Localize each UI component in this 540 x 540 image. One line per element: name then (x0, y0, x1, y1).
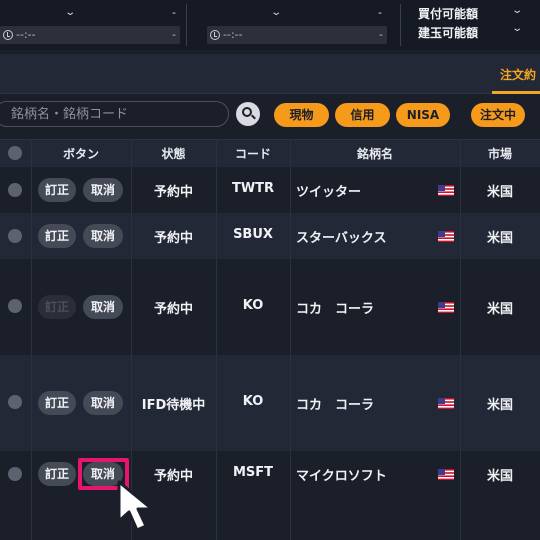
market: 米国 (486, 302, 513, 317)
tab-orders[interactable]: 注文約 (500, 66, 536, 83)
mouse-cursor-icon (115, 479, 167, 535)
summary-dash: - (172, 6, 176, 19)
ticker-code: MSFT (232, 465, 274, 480)
order-status: IFD待機中 (141, 398, 206, 413)
table-header: ボタン 状態 コード 銘柄名 市場 (0, 139, 540, 167)
column-divider (290, 139, 291, 540)
table-row[interactable]: 訂正 取消 予約中 TWTR ツイッター 米国 (0, 167, 540, 213)
order-status: 予約中 (153, 231, 193, 246)
clock-icon (3, 30, 13, 40)
ticker-code: TWTR (231, 181, 275, 196)
cancel-order-button[interactable]: 取消 (83, 391, 123, 415)
column-header-button: ボタン (62, 147, 99, 161)
ticker-code: KO (242, 394, 264, 409)
summary-column-2: ⌄ - --:-- - (200, 0, 394, 50)
market: 米国 (486, 185, 513, 200)
edit-order-button[interactable]: 訂正 (38, 462, 76, 486)
column-divider (31, 139, 32, 540)
tab-strip: 注文約 (0, 54, 540, 94)
table-row[interactable]: 訂正 取消 予約中 KO コカ コーラ 米国 (0, 259, 540, 355)
row-select-radio[interactable] (8, 299, 22, 313)
ticker-code: KO (242, 298, 264, 313)
market: 米国 (486, 231, 513, 246)
edit-order-button[interactable]: 訂正 (38, 391, 76, 415)
edit-order-button: 訂正 (38, 295, 76, 319)
column-header-status: 状態 (161, 147, 186, 161)
order-status: 予約中 (153, 302, 193, 317)
filter-chip-margin[interactable]: 信用 (335, 103, 390, 127)
us-flag-icon (438, 185, 454, 196)
chevron-down-icon[interactable]: ⌄ (511, 5, 523, 16)
time-field[interactable]: --:-- - (0, 26, 180, 44)
column-divider (216, 139, 217, 540)
column-header-name: 銘柄名 (356, 147, 393, 161)
chevron-down-icon[interactable]: ⌄ (511, 23, 523, 34)
us-flag-icon (438, 302, 454, 313)
edit-order-button[interactable]: 訂正 (38, 178, 76, 202)
row-select-radio[interactable] (8, 467, 22, 481)
filter-chip-nisa[interactable]: NISA (396, 103, 450, 127)
buying-power-label: 買付可能額 (418, 7, 479, 21)
summary-column-1: ⌄ - --:-- - (0, 0, 186, 50)
time-placeholder: --:-- (16, 28, 36, 41)
cancel-order-button[interactable]: 取消 (83, 295, 123, 319)
divider (400, 4, 401, 46)
column-divider (460, 139, 461, 540)
table-row[interactable]: 訂正 取消 IFD待機中 KO コカ コーラ 米国 (0, 355, 540, 451)
market: 米国 (486, 398, 513, 413)
us-flag-icon (438, 231, 454, 242)
divider (186, 4, 187, 46)
security-name: コカ コーラ (296, 398, 375, 413)
us-flag-icon (438, 469, 454, 480)
ticker-code: SBUX (233, 227, 273, 242)
search-button[interactable] (236, 102, 260, 126)
row-select-radio[interactable] (8, 183, 22, 197)
time-field[interactable]: --:-- - (207, 26, 387, 44)
chevron-down-icon[interactable]: ⌄ (64, 7, 76, 18)
time-placeholder: --:-- (223, 28, 243, 41)
security-name: マイクロソフト (296, 469, 387, 484)
row-select-radio[interactable] (8, 395, 22, 409)
account-summary-bar: ⌄ - --:-- - ⌄ - --:-- - 買付可能額 ⌄ 建玉可能額 ⌄ (0, 0, 540, 50)
order-status: 予約中 (153, 185, 193, 200)
security-name: コカ コーラ (296, 302, 375, 317)
security-name: ツイッター (296, 185, 362, 200)
search-filter-row: 現物 信用 NISA 注文中 (0, 94, 540, 138)
filter-chip-spot[interactable]: 現物 (274, 103, 329, 127)
select-all-radio[interactable] (8, 146, 22, 160)
us-flag-icon (438, 398, 454, 409)
column-header-code: コード (234, 147, 271, 161)
cancel-order-button[interactable]: 取消 (83, 178, 123, 202)
search-icon-handle (251, 114, 256, 120)
time-dash: - (379, 28, 383, 41)
filter-chip-pending[interactable]: 注文中 (471, 103, 525, 127)
chevron-down-icon[interactable]: ⌄ (270, 7, 282, 18)
edit-order-button[interactable]: 訂正 (38, 224, 76, 248)
time-dash: - (172, 28, 176, 41)
market: 米国 (486, 469, 513, 484)
summary-dash: - (378, 6, 382, 19)
table-row[interactable]: 訂正 取消 予約中 SBUX スターバックス 米国 (0, 213, 540, 259)
security-name: スターバックス (296, 231, 387, 246)
position-limit-label: 建玉可能額 (418, 26, 479, 40)
column-header-market: 市場 (487, 147, 512, 161)
search-input[interactable] (0, 101, 229, 127)
cancel-order-button[interactable]: 取消 (83, 224, 123, 248)
clock-icon (210, 30, 220, 40)
row-select-radio[interactable] (8, 229, 22, 243)
